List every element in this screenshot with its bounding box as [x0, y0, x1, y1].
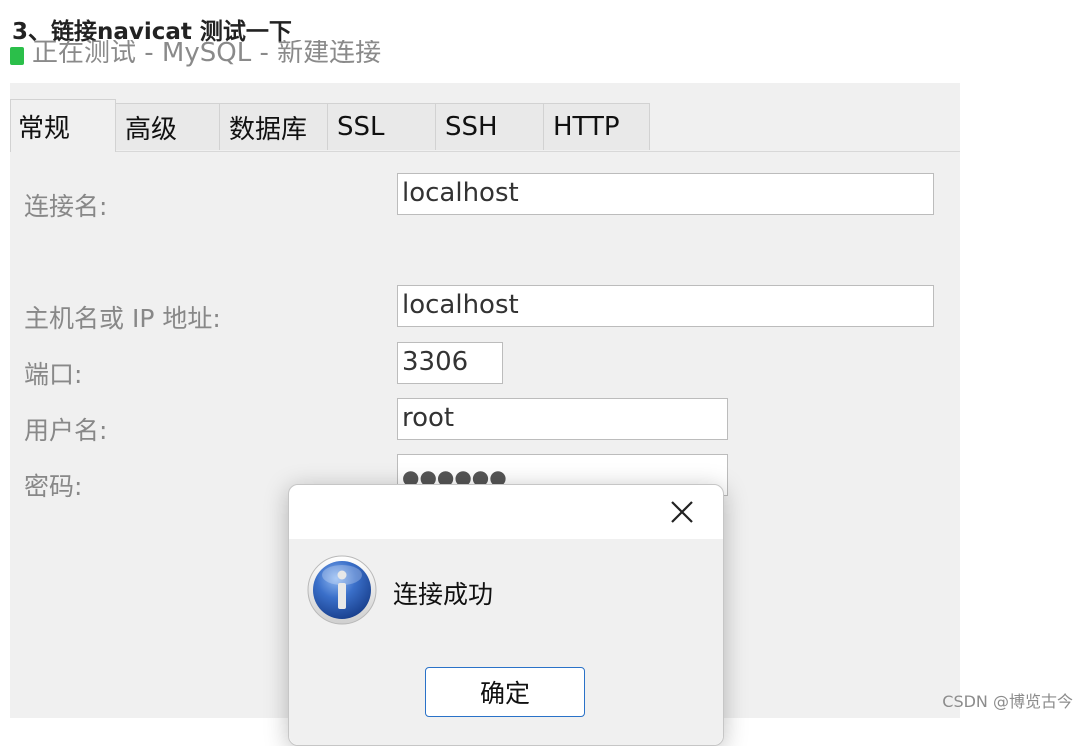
tab-ssl[interactable]: SSL: [327, 103, 436, 150]
close-icon[interactable]: [665, 495, 699, 529]
dialog-body: 连接成功 确定: [289, 539, 723, 745]
window-title: 正在测试 - MySQL - 新建连接: [32, 40, 382, 68]
username-label: 用户名:: [24, 416, 108, 445]
tab-database[interactable]: 数据库: [219, 103, 328, 150]
dialog-message: 连接成功: [393, 580, 494, 609]
tab-bar: 常规 高级 数据库 SSL SSH HTTP: [10, 83, 960, 152]
dialog-titlebar: [289, 485, 723, 539]
tab-ssh[interactable]: SSH: [435, 103, 544, 150]
info-icon: [307, 555, 377, 625]
port-input[interactable]: 3306: [397, 342, 503, 384]
host-input[interactable]: localhost: [397, 285, 934, 327]
navicat-app-icon: [10, 46, 24, 65]
port-label: 端口:: [24, 360, 83, 389]
connection-success-dialog: 连接成功 确定: [288, 484, 724, 746]
window-title-bar: 正在测试 - MySQL - 新建连接: [10, 40, 530, 70]
tab-advanced[interactable]: 高级: [115, 103, 220, 150]
host-label: 主机名或 IP 地址:: [24, 304, 221, 333]
csdn-watermark: CSDN @博览古今: [942, 692, 1073, 711]
tab-http[interactable]: HTTP: [543, 103, 650, 150]
password-label: 密码:: [24, 472, 83, 501]
connection-name-label: 连接名:: [24, 192, 108, 221]
tab-general[interactable]: 常规: [10, 99, 116, 152]
ok-button[interactable]: 确定: [425, 667, 585, 717]
username-input[interactable]: root: [397, 398, 728, 440]
connection-name-input[interactable]: localhost: [397, 173, 934, 215]
